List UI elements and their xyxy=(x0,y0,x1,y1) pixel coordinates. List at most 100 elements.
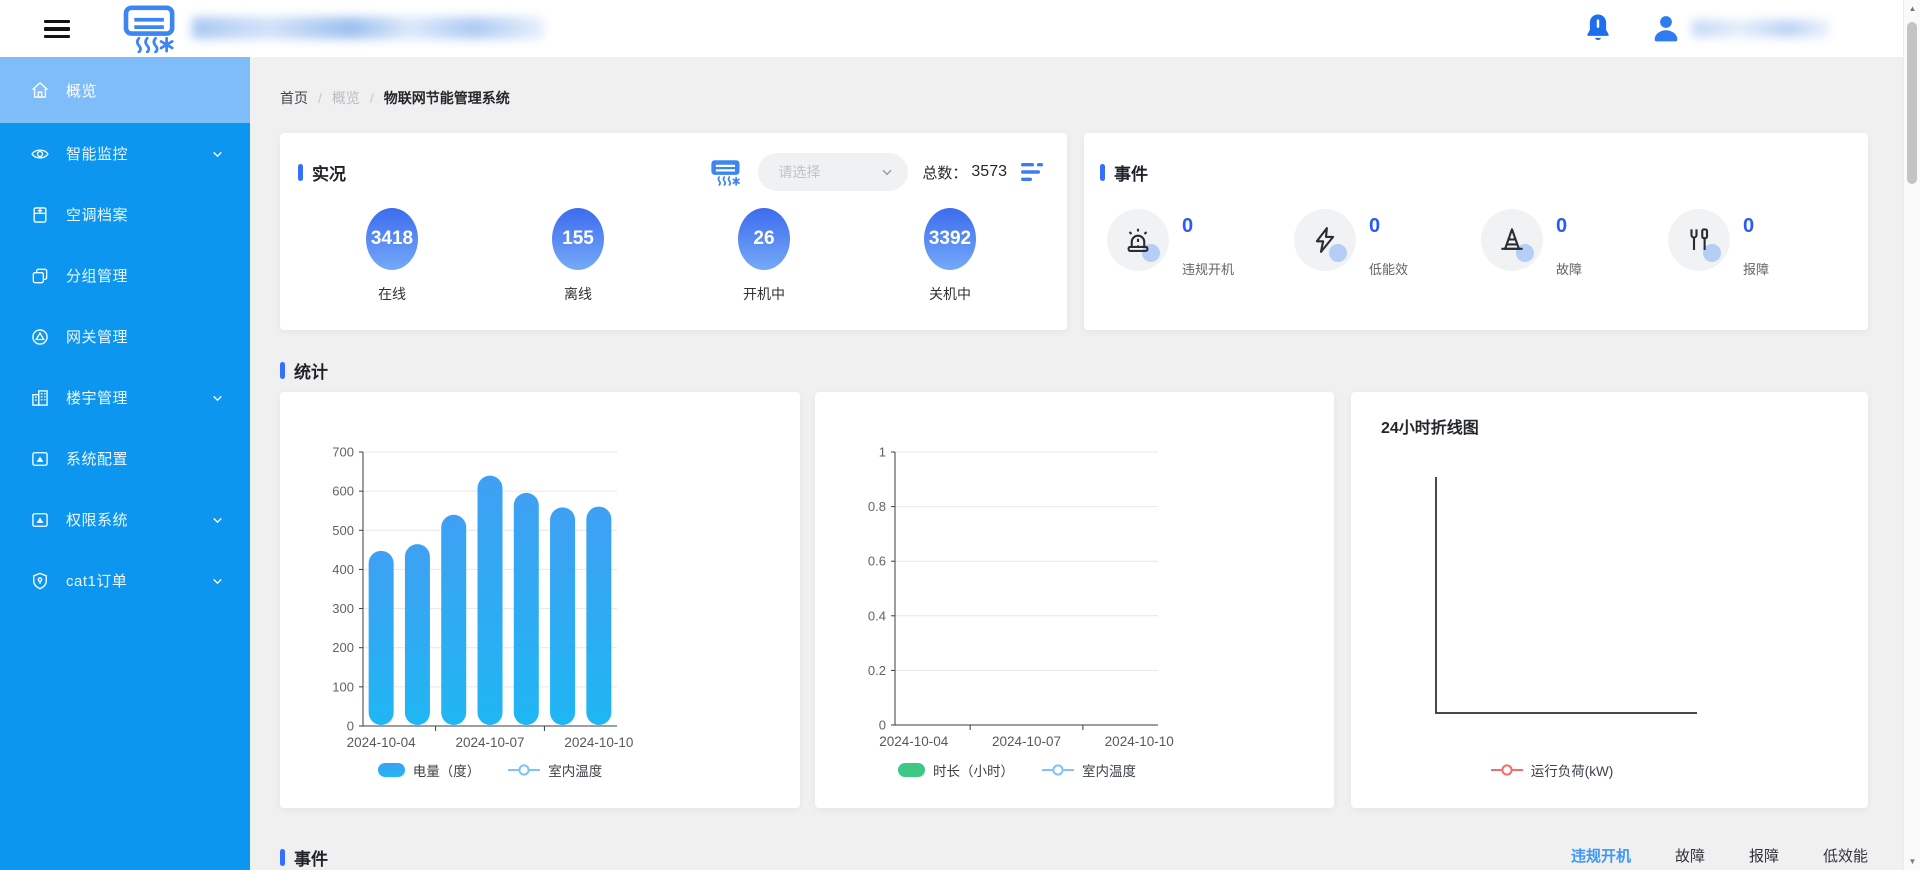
stats-section-title: 统计 xyxy=(280,358,328,383)
legend-label: 室内温度 xyxy=(548,760,602,780)
user-avatar-icon[interactable] xyxy=(1650,12,1682,49)
breadcrumb-current: 物联网节能管理系统 xyxy=(384,88,510,108)
live-title-text: 实况 xyxy=(312,160,346,185)
svg-text:2024-10-07: 2024-10-07 xyxy=(992,734,1061,749)
svg-text:0: 0 xyxy=(879,718,886,733)
tab-fault[interactable]: 故障 xyxy=(1675,845,1705,866)
svg-text:2024-10-10: 2024-10-10 xyxy=(564,735,633,750)
archive-icon xyxy=(30,205,50,225)
sidebar-item-ac-archive[interactable]: 空调档案 xyxy=(0,184,250,245)
title-marker xyxy=(298,164,303,181)
brand-name-blurred xyxy=(192,17,544,39)
svg-text:0.6: 0.6 xyxy=(868,554,886,569)
sidebar-item-label: 权限系统 xyxy=(66,509,128,530)
stats-title-text: 统计 xyxy=(294,358,328,383)
legend-label: 电量（度） xyxy=(413,760,481,780)
svg-text:1: 1 xyxy=(879,445,886,460)
scroll-up-arrow[interactable]: ▲ xyxy=(1904,0,1920,17)
legend-duration[interactable]: 时长（小时） xyxy=(898,760,1014,780)
scroll-down-arrow[interactable]: ▼ xyxy=(1904,853,1920,870)
legend-electricity[interactable]: 电量（度） xyxy=(378,760,481,780)
sidebar-item-cat1-orders[interactable]: cat1订单 xyxy=(0,550,250,611)
sidebar-item-group-management[interactable]: 分组管理 xyxy=(0,245,250,306)
sidebar-item-label: 系统配置 xyxy=(66,448,128,469)
sidebar-item-label: 概览 xyxy=(66,80,97,101)
legend-line-swatch xyxy=(1042,763,1074,777)
svg-text:0: 0 xyxy=(347,719,354,734)
chart1-legend: 电量（度） 室内温度 xyxy=(280,760,700,780)
system-config-icon xyxy=(30,449,50,469)
permission-icon xyxy=(30,510,50,530)
device-select-dropdown[interactable]: 请选择 xyxy=(758,153,908,191)
event-label: 违规开机 xyxy=(1182,259,1234,278)
chevron-down-icon xyxy=(880,165,894,179)
filter-list-icon[interactable] xyxy=(1021,161,1047,183)
stat-bubble: 155 xyxy=(552,208,604,270)
select-placeholder: 请选择 xyxy=(778,162,820,182)
scrollbar[interactable]: ▲ ▼ xyxy=(1903,0,1920,870)
sidebar-item-label: 空调档案 xyxy=(66,204,128,225)
sidebar-item-building-management[interactable]: 楼宇管理 xyxy=(0,367,250,428)
legend-indoor-temp[interactable]: 室内温度 xyxy=(508,760,602,780)
user-name-blurred[interactable] xyxy=(1692,20,1830,37)
sidebar: 概览 智能监控 空调档案 分组管理 网关管理 楼宇管理 xyxy=(0,57,250,870)
scrollbar-thumb[interactable] xyxy=(1907,22,1917,184)
sidebar-item-label: 楼宇管理 xyxy=(66,387,128,408)
shield-icon xyxy=(30,571,50,591)
sidebar-item-system-config[interactable]: 系统配置 xyxy=(0,428,250,489)
svg-text:0.8: 0.8 xyxy=(868,499,886,514)
layers-icon xyxy=(30,266,50,286)
sidebar-item-label: cat1订单 xyxy=(66,570,127,591)
svg-text:2024-10-07: 2024-10-07 xyxy=(455,735,524,750)
svg-text:2024-10-04: 2024-10-04 xyxy=(879,734,949,749)
chevron-down-icon xyxy=(211,574,224,587)
events-row: 0 违规开机 0 低能效 0 故障 xyxy=(1107,209,1855,278)
home-icon xyxy=(30,80,50,100)
ac-brand-logo-icon xyxy=(118,5,182,58)
sidebar-item-overview[interactable]: 概览 xyxy=(0,57,250,123)
eye-icon xyxy=(30,144,50,164)
legend-line-swatch xyxy=(1491,763,1523,777)
sidebar-item-gateway-management[interactable]: 网关管理 xyxy=(0,306,250,367)
notification-bell-icon[interactable] xyxy=(1583,12,1613,49)
hamburger-menu-icon[interactable] xyxy=(44,20,70,38)
tab-low-efficiency[interactable]: 低效能 xyxy=(1823,845,1868,866)
title-marker xyxy=(280,362,285,379)
legend-load[interactable]: 运行负荷(kW) xyxy=(1491,760,1613,780)
breadcrumb-home[interactable]: 首页 xyxy=(280,88,308,108)
legend-swatch xyxy=(898,763,925,777)
event-count: 0 xyxy=(1182,215,1234,237)
breadcrumb-overview[interactable]: 概览 xyxy=(332,88,360,108)
sidebar-item-smart-monitoring[interactable]: 智能监控 xyxy=(0,123,250,184)
ac-unit-icon xyxy=(708,155,744,189)
stat-online: 3418 在线 xyxy=(366,208,418,304)
chevron-down-icon xyxy=(211,391,224,404)
bottom-events-title-text: 事件 xyxy=(294,845,328,870)
stat-offline: 155 离线 xyxy=(552,208,604,304)
chart2-legend: 时长（小时） 室内温度 xyxy=(815,760,1219,780)
legend-indoor-temp[interactable]: 室内温度 xyxy=(1042,760,1136,780)
event-count: 0 xyxy=(1743,215,1769,237)
chevron-down-icon xyxy=(211,147,224,160)
stat-label: 关机中 xyxy=(924,284,976,304)
event-illegal-poweron: 0 违规开机 xyxy=(1107,209,1294,278)
event-label: 故障 xyxy=(1556,259,1582,278)
stat-bubble: 3418 xyxy=(366,208,418,270)
event-low-efficiency: 0 低能效 xyxy=(1294,209,1481,278)
event-label: 报障 xyxy=(1743,259,1769,278)
svg-text:200: 200 xyxy=(332,640,354,655)
sidebar-item-label: 分组管理 xyxy=(66,265,128,286)
sidebar-item-permission-system[interactable]: 权限系统 xyxy=(0,489,250,550)
gateway-icon xyxy=(30,327,50,347)
top-bar xyxy=(0,0,1920,57)
tab-illegal-poweron[interactable]: 违规开机 xyxy=(1571,845,1631,866)
chart3-legend: 运行负荷(kW) xyxy=(1351,760,1753,780)
svg-text:0.4: 0.4 xyxy=(868,608,886,623)
svg-text:400: 400 xyxy=(332,562,354,577)
bolt-icon xyxy=(1310,225,1340,255)
svg-text:700: 700 xyxy=(332,445,354,460)
tab-repair-report[interactable]: 报障 xyxy=(1749,845,1779,866)
sidebar-item-label: 智能监控 xyxy=(66,143,128,164)
live-status-card: 实况 请选择 总数： 3573 3418 在线 xyxy=(280,133,1067,330)
siren-icon xyxy=(1123,225,1153,255)
